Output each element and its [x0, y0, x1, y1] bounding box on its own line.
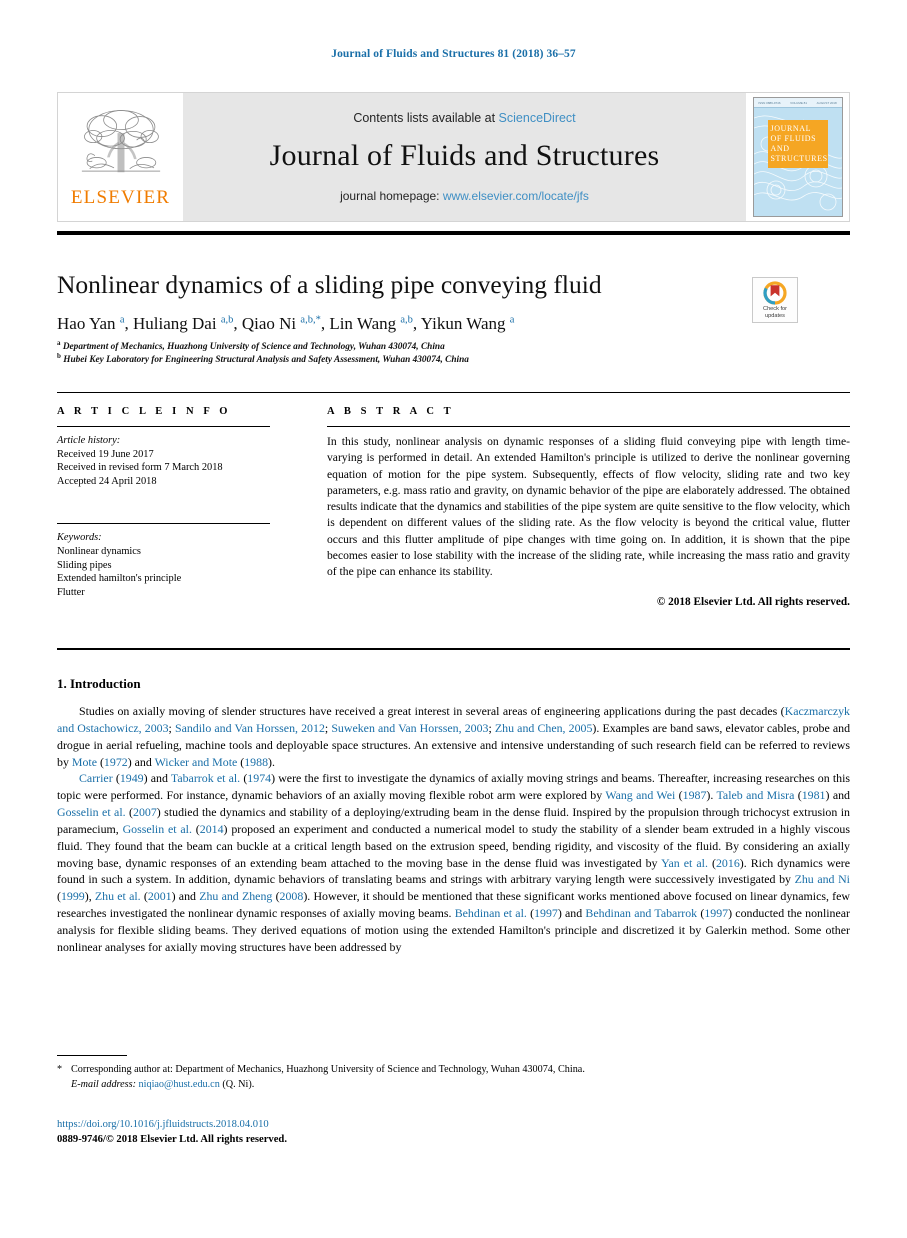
asterisk-icon: *: [57, 1064, 63, 1075]
abstract-section: A B S T R A C T In this study, nonlinear…: [327, 406, 850, 608]
footnote-divider-rule: [57, 1055, 127, 1057]
keyword-item: Extended hamilton's principle: [57, 573, 182, 585]
article-info-rule: [57, 426, 270, 427]
article-info-section: A R T I C L E I N F O Article history: R…: [57, 406, 270, 599]
affiliation-b-text: Hubei Key Laboratory for Engineering Str…: [63, 354, 469, 365]
keywords-rule: [57, 523, 270, 525]
keywords-label: Keywords:: [57, 532, 102, 544]
abstract-heading: A B S T R A C T: [327, 406, 455, 417]
footer-identifiers: https://doi.org/10.1016/j.jfluidstructs.…: [57, 1118, 850, 1147]
affiliation-a-text: Department of Mechanics, Huazhong Univer…: [62, 342, 445, 352]
abstract-text: In this study, nonlinear analysis on dyn…: [327, 435, 850, 579]
cover-issn: ISSN 0889-9746: [758, 100, 781, 105]
cover-title-block: JOURNAL OF FLUIDS AND STRUCTURES: [767, 120, 828, 168]
history-item: Accepted 24 April 2018: [57, 475, 157, 487]
history-item: Received 19 June 2017: [57, 448, 154, 460]
crossmark-badge[interactable]: Check for updates: [752, 277, 798, 323]
elsevier-logo-box: ELSEVIER: [57, 92, 183, 222]
contents-available-line: Contents lists available at ScienceDirec…: [353, 111, 575, 125]
crossmark-line2: updates: [765, 312, 785, 319]
crossmark-caption: Check for updates: [763, 306, 787, 319]
history-item: Received in revised form 7 March 2018: [57, 462, 223, 474]
journal-cover-box: ISSN 0889-9746 VOLUME 81 AUGUST 2018 JOU…: [746, 92, 850, 222]
email-owner: (Q. Ni).: [222, 1078, 255, 1090]
article-history-label: Article history:: [57, 435, 121, 446]
running-head: Journal of Fluids and Structures 81 (201…: [331, 48, 576, 60]
doi-link[interactable]: https://doi.org/10.1016/j.jfluidstructs.…: [57, 1118, 850, 1133]
elsevier-tree-logo-icon: [81, 110, 160, 173]
abstract-rule: [327, 426, 850, 427]
footnote-block: * Corresponding author at: Department of …: [57, 1063, 850, 1092]
cover-volume: VOLUME 81: [790, 100, 808, 105]
email-link[interactable]: niqiao@hust.edu.cn: [139, 1079, 220, 1090]
paragraph: Studies on axially moving of slender str…: [57, 704, 851, 769]
sciencedirect-link[interactable]: ScienceDirect: [499, 111, 576, 125]
affiliation-list: a Department of Mechanics, Huazhong Univ…: [57, 338, 747, 366]
article-info-heading: A R T I C L E I N F O: [57, 406, 232, 417]
introduction-body: Studies on axially moving of slender str…: [57, 703, 850, 956]
contents-prefix: Contents lists available at: [353, 111, 499, 125]
keyword-item: Flutter: [57, 586, 85, 598]
cover-topbar: ISSN 0889-9746 VOLUME 81 AUGUST 2018: [753, 98, 842, 108]
crossmark-line1: Check for: [763, 306, 787, 313]
issn-copyright-line: 0889-9746/© 2018 Elsevier Ltd. All right…: [57, 1133, 287, 1145]
homepage-prefix: journal homepage:: [340, 189, 443, 203]
paper-page: Journal of Fluids and Structures 81 (201…: [0, 0, 907, 1238]
abstract-bottom-rule: [57, 648, 850, 650]
journal-homepage-line: journal homepage: www.elsevier.com/locat…: [340, 189, 589, 203]
elsevier-wordmark: ELSEVIER: [70, 187, 171, 208]
paragraph: Carrier (1949) and Tabarrok et al. (1974…: [57, 771, 851, 954]
masthead-divider-rule: [57, 231, 850, 235]
crossmark-logo-icon: [763, 281, 787, 305]
journal-title: Journal of Fluids and Structures: [269, 139, 660, 172]
journal-masthead: ELSEVIER Contents lists available at Sci…: [57, 92, 850, 222]
email-note: E-mail address: niqiao@hust.edu.cn (Q. N…: [71, 1078, 850, 1093]
corresponding-author-text: Corresponding author at: Department of M…: [71, 1064, 585, 1075]
section-heading-introduction: 1. Introduction: [57, 676, 141, 691]
email-label: E-mail address:: [71, 1078, 136, 1090]
article-history-block: Article history: Received 19 June 2017 R…: [57, 434, 270, 488]
author-list: Hao Yan a, Huliang Dai a,b, Qiao Ni a,b,…: [57, 314, 515, 333]
journal-cover-thumbnail: ISSN 0889-9746 VOLUME 81 AUGUST 2018 JOU…: [752, 97, 843, 217]
corresponding-author-note: * Corresponding author at: Department of …: [57, 1063, 850, 1078]
keyword-item: Sliding pipes: [57, 559, 112, 571]
article-info-top-rule: [57, 392, 850, 393]
cover-date: AUGUST 2018: [816, 100, 837, 105]
keyword-item: Nonlinear dynamics: [57, 545, 141, 557]
page-title: Nonlinear dynamics of a sliding pipe con…: [57, 270, 602, 299]
affiliation-a: a Department of Mechanics, Huazhong Univ…: [57, 338, 445, 352]
affiliation-b: b Hubei Key Laboratory for Engineering S…: [57, 351, 469, 365]
abstract-copyright: © 2018 Elsevier Ltd. All rights reserved…: [656, 595, 850, 608]
homepage-link[interactable]: www.elsevier.com/locate/jfs: [443, 189, 589, 203]
keywords-block: Keywords: Nonlinear dynamics Sliding pip…: [57, 531, 270, 599]
journal-banner: Contents lists available at ScienceDirec…: [183, 92, 746, 222]
